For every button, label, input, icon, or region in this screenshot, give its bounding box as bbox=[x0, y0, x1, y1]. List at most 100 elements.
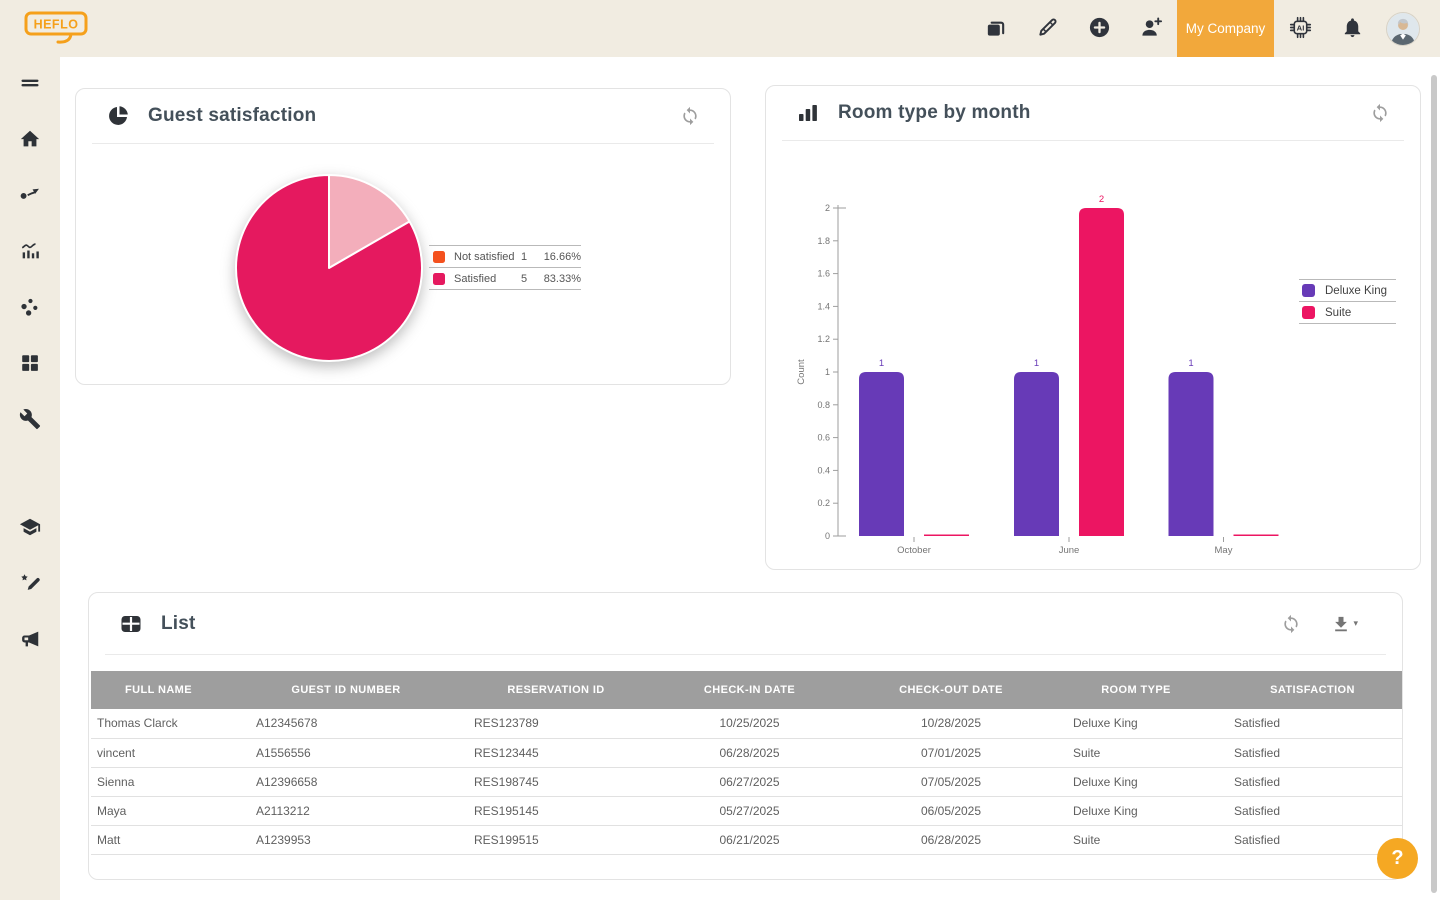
add-user-button[interactable] bbox=[1125, 0, 1177, 57]
bar bbox=[1014, 372, 1059, 536]
table-cell: 05/27/2025 bbox=[646, 796, 853, 825]
announcements-icon bbox=[19, 628, 41, 655]
legend-swatch bbox=[433, 251, 445, 263]
table-cell: Satisfied bbox=[1223, 738, 1402, 767]
bar-zero bbox=[924, 535, 969, 537]
column-header[interactable]: RESERVATION ID bbox=[466, 671, 646, 709]
sidebar-item-apps-grid[interactable] bbox=[0, 337, 60, 393]
dropdown-caret-icon: ▾ bbox=[1353, 618, 1358, 629]
my-company-button[interactable]: My Company bbox=[1177, 0, 1274, 57]
top-bar: HEFLO My Company AI bbox=[0, 0, 1440, 57]
legend-item[interactable]: Satisfied583.33% bbox=[429, 267, 581, 289]
refresh-icon bbox=[1281, 614, 1301, 634]
table-cell: RES123789 bbox=[466, 709, 646, 738]
ai-assistant-button[interactable]: AI bbox=[1274, 0, 1326, 57]
legend-swatch bbox=[1302, 284, 1315, 297]
bar-chart-legend: Deluxe King Suite bbox=[1299, 279, 1396, 324]
legend-item[interactable]: Suite bbox=[1299, 301, 1396, 323]
vertical-scrollbar[interactable] bbox=[1431, 75, 1437, 893]
table-cell: RES195145 bbox=[466, 796, 646, 825]
card-title: Room type by month bbox=[838, 102, 1031, 124]
y-tick-label: 1 bbox=[825, 367, 830, 377]
card-header: Guest satisfaction bbox=[92, 89, 714, 144]
table-cell: Sienna bbox=[91, 767, 226, 796]
topbar-icon-group bbox=[969, 0, 1177, 57]
y-tick-label: 2 bbox=[825, 203, 830, 213]
home-icon bbox=[19, 128, 41, 155]
table-row[interactable]: SiennaA12396658RES19874506/27/202507/05/… bbox=[91, 767, 1402, 796]
y-tick-label: 0.6 bbox=[817, 433, 830, 443]
academy-icon bbox=[19, 516, 41, 543]
sidebar-item-analytics[interactable] bbox=[0, 225, 60, 281]
legend-label: Not satisfied bbox=[454, 251, 521, 263]
table-row[interactable]: Thomas ClarckA12345678RES12378910/25/202… bbox=[91, 709, 1402, 738]
table-cell: RES198745 bbox=[466, 767, 646, 796]
notifications-button[interactable] bbox=[1326, 0, 1378, 57]
heflo-logo[interactable]: HEFLO bbox=[24, 9, 90, 49]
menu-icon bbox=[19, 72, 41, 99]
column-header[interactable]: CHECK-OUT DATE bbox=[853, 671, 1049, 709]
table-cell: 07/05/2025 bbox=[853, 767, 1049, 796]
pie-legend: Not satisfied116.66%Satisfied583.33% bbox=[429, 245, 581, 290]
legend-item[interactable]: Not satisfied116.66% bbox=[429, 245, 581, 267]
sidebar-item-cluster[interactable] bbox=[0, 281, 60, 337]
bar bbox=[859, 372, 904, 536]
sidebar-item-home[interactable] bbox=[0, 113, 60, 169]
add-button[interactable] bbox=[1073, 0, 1125, 57]
refresh-button[interactable] bbox=[1281, 614, 1301, 634]
table-cell: A1556556 bbox=[226, 738, 466, 767]
sidebar-item-tools[interactable] bbox=[0, 393, 60, 449]
column-header[interactable]: GUEST ID NUMBER bbox=[226, 671, 466, 709]
legend-count: 1 bbox=[521, 251, 537, 263]
bar bbox=[1079, 208, 1124, 536]
sidebar-item-rate[interactable] bbox=[0, 557, 60, 613]
avatar-portrait bbox=[1387, 13, 1419, 45]
bar-value-label: 1 bbox=[1188, 358, 1193, 369]
sidebar-item-menu[interactable] bbox=[0, 57, 60, 113]
y-tick-label: 0.8 bbox=[817, 400, 830, 410]
table-cell: Deluxe King bbox=[1049, 796, 1223, 825]
svg-text:HEFLO: HEFLO bbox=[34, 17, 79, 31]
refresh-icon bbox=[1370, 103, 1390, 123]
refresh-button[interactable] bbox=[680, 106, 700, 126]
room-type-by-month-card: Room type by month 00.20.40.60.811.21.41… bbox=[765, 85, 1421, 570]
table-cell: Deluxe King bbox=[1049, 767, 1223, 796]
column-header[interactable]: ROOM TYPE bbox=[1049, 671, 1223, 709]
documents-icon bbox=[984, 16, 1007, 42]
table-row[interactable]: MattA1239953RES19951506/21/202506/28/202… bbox=[91, 825, 1402, 854]
sidebar-item-academy[interactable] bbox=[0, 501, 60, 557]
sidebar-gap bbox=[0, 449, 60, 501]
table-row[interactable]: vincentA1556556RES12344506/28/202507/01/… bbox=[91, 738, 1402, 767]
table-row[interactable]: MayaA2113212RES19514505/27/202506/05/202… bbox=[91, 796, 1402, 825]
legend-percent: 16.66% bbox=[537, 251, 581, 263]
table-cell: vincent bbox=[91, 738, 226, 767]
legend-label: Deluxe King bbox=[1325, 285, 1387, 297]
user-avatar[interactable] bbox=[1386, 12, 1420, 46]
edit-icon bbox=[1036, 16, 1059, 42]
documents-button[interactable] bbox=[969, 0, 1021, 57]
cluster-icon bbox=[19, 296, 41, 323]
column-header[interactable]: CHECK-IN DATE bbox=[646, 671, 853, 709]
column-header[interactable]: SATISFACTION bbox=[1223, 671, 1402, 709]
table-cell: Suite bbox=[1049, 738, 1223, 767]
refresh-button[interactable] bbox=[1370, 103, 1390, 123]
list-card: List ▾ FULL NAMEGUEST ID NUMBERRESERVATI… bbox=[88, 592, 1403, 880]
notifications-icon bbox=[1341, 16, 1364, 42]
y-tick-label: 1.4 bbox=[817, 301, 830, 311]
edit-button[interactable] bbox=[1021, 0, 1073, 57]
table-icon bbox=[119, 612, 143, 636]
help-button[interactable]: ? bbox=[1377, 838, 1418, 879]
sidebar-item-process-flow[interactable] bbox=[0, 169, 60, 225]
y-tick-label: 1.6 bbox=[817, 269, 830, 279]
x-category-label: October bbox=[897, 545, 931, 556]
y-tick-label: 0.2 bbox=[817, 498, 830, 508]
card-header: Room type by month bbox=[782, 86, 1404, 141]
card-title: List bbox=[161, 613, 196, 635]
bar bbox=[1169, 372, 1214, 536]
legend-count: 5 bbox=[521, 273, 537, 285]
download-button[interactable]: ▾ bbox=[1331, 614, 1358, 634]
sidebar-item-announcements[interactable] bbox=[0, 613, 60, 669]
column-header[interactable]: FULL NAME bbox=[91, 671, 226, 709]
table-cell: 06/28/2025 bbox=[646, 738, 853, 767]
legend-item[interactable]: Deluxe King bbox=[1299, 279, 1396, 301]
